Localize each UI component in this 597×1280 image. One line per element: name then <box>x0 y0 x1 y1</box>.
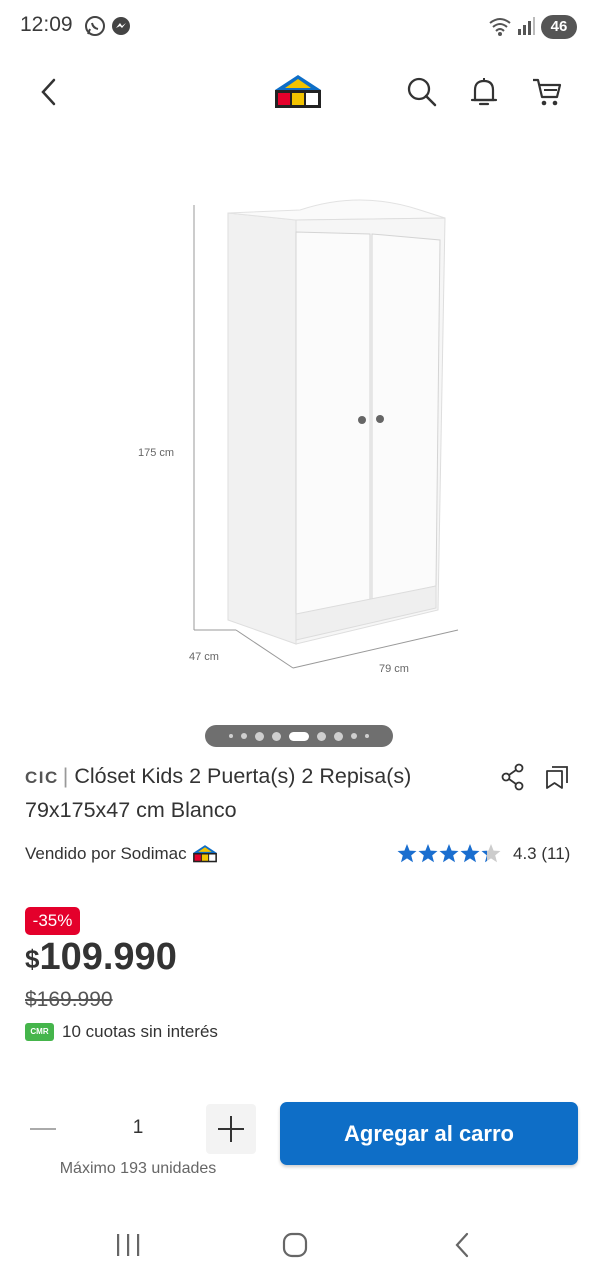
sodimac-small-logo <box>192 845 217 863</box>
quantity-decrease-button[interactable] <box>18 1104 68 1154</box>
seller-text: Vendido por Sodimac <box>25 844 187 863</box>
original-price: $169.990 <box>25 988 113 1011</box>
star-icon <box>460 844 480 863</box>
quantity-value[interactable]: 1 <box>118 1117 158 1139</box>
carousel-dot[interactable] <box>317 731 326 741</box>
installments-info: CMR 10 cuotas sin interés <box>25 1022 218 1042</box>
cart-button[interactable] <box>525 70 569 114</box>
home-icon <box>282 1232 308 1258</box>
minus-icon <box>30 1128 56 1130</box>
sodimac-logo <box>275 75 321 108</box>
product-title-block: CIC | Clóset Kids 2 Puerta(s) 2 Repisa(s) … <box>25 760 495 826</box>
cart-icon <box>533 78 562 106</box>
quantity-increase-button[interactable] <box>206 1104 256 1154</box>
carousel-dot[interactable] <box>241 733 247 739</box>
price-amount: 109.990 <box>39 936 177 978</box>
quantity-max-text: Máximo 193 unidades <box>59 1160 217 1177</box>
dimension-width-label: 79 cm <box>379 663 409 675</box>
discount-badge: -35% <box>25 907 80 935</box>
system-navigation-bar <box>0 1210 597 1280</box>
plus-icon <box>218 1116 244 1142</box>
carousel-dot[interactable] <box>351 733 357 739</box>
search-icon <box>407 77 437 107</box>
carousel-dot[interactable] <box>229 734 233 738</box>
carousel-dot[interactable] <box>255 731 264 741</box>
status-bar: 12:09 46 <box>0 0 597 54</box>
price-currency: $ <box>25 944 40 974</box>
dimension-depth-label: 47 cm <box>189 651 219 663</box>
carousel-dot[interactable] <box>365 734 369 738</box>
system-back-icon <box>455 1232 469 1258</box>
product-title: CIC | Clóset Kids 2 Puerta(s) 2 Repisa(s) … <box>25 760 495 826</box>
product-image-gallery[interactable]: 175 cm 47 cm 79 cm <box>0 130 597 720</box>
brand-separator: | <box>62 764 69 788</box>
status-time: 12:09 <box>20 13 73 36</box>
whatsapp-icon <box>84 15 106 37</box>
product-name: Clóset Kids 2 Puerta(s) 2 Repisa(s) 79x1… <box>25 764 412 822</box>
home-button[interactable] <box>275 1228 315 1262</box>
recent-apps-icon <box>117 1234 140 1256</box>
seller-info: Vendido por Sodimac <box>25 843 219 865</box>
star-icon <box>397 844 417 863</box>
bookmark-list-icon <box>546 766 568 789</box>
sodimac-logo-button[interactable] <box>270 70 326 114</box>
star-icon <box>418 844 438 863</box>
recent-apps-button[interactable] <box>108 1228 148 1262</box>
cmr-badge: CMR <box>25 1023 54 1041</box>
back-arrow-icon <box>41 78 56 106</box>
brand-name[interactable]: CIC <box>25 768 59 787</box>
current-price: $109.990 <box>25 936 177 979</box>
save-to-list-button[interactable] <box>542 762 572 792</box>
messenger-icon <box>110 15 132 37</box>
dimension-height-label: 175 cm <box>138 447 174 459</box>
system-back-button[interactable] <box>442 1228 482 1262</box>
installments-text: 10 cuotas sin interés <box>62 1022 218 1041</box>
notifications-button[interactable] <box>462 70 506 114</box>
star-partial-icon <box>481 844 501 863</box>
share-icon <box>501 763 524 791</box>
product-rating[interactable]: 4.3 (11) <box>396 843 570 865</box>
share-button[interactable] <box>498 762 528 792</box>
carousel-dot[interactable] <box>334 731 343 741</box>
rating-stars <box>397 844 501 863</box>
carousel-dot-active[interactable] <box>289 731 309 741</box>
wardrobe-image: 175 cm 47 cm 79 cm <box>138 199 459 675</box>
search-button[interactable] <box>400 70 444 114</box>
wifi-icon <box>488 15 511 37</box>
signal-icon <box>516 15 538 37</box>
back-button[interactable] <box>27 70 71 114</box>
rating-text: 4.3 (11) <box>513 844 571 863</box>
add-to-cart-button[interactable]: Agregar al carro <box>280 1102 578 1165</box>
bell-icon <box>470 78 498 106</box>
app-header <box>0 54 597 130</box>
battery-indicator: 46 <box>541 15 577 39</box>
star-icon <box>439 844 459 863</box>
carousel-dot[interactable] <box>272 731 281 741</box>
carousel-indicator[interactable] <box>205 725 393 747</box>
